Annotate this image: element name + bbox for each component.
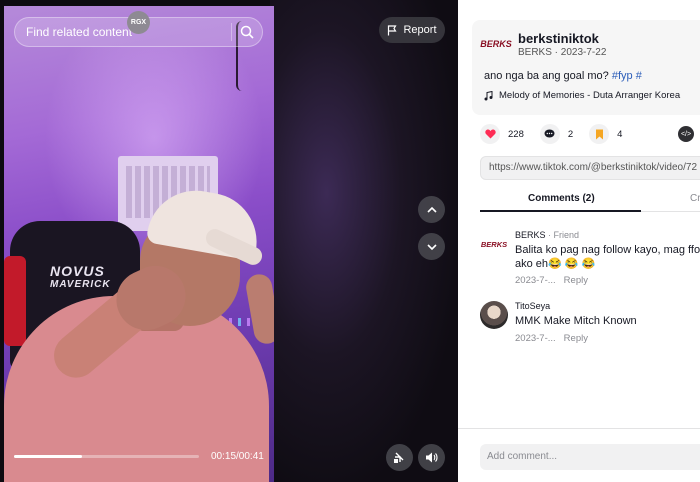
tabs: Comments (2) Cr	[480, 188, 700, 212]
reply-button[interactable]: Reply	[564, 275, 588, 286]
comment-text: Balita ko pag nag follow kayo, mag ffo a…	[515, 244, 700, 270]
report-button[interactable]: Report	[379, 17, 445, 43]
comment-count: 2	[567, 128, 574, 140]
report-label: Report	[403, 24, 437, 36]
progress-fill	[14, 455, 83, 458]
like-count: 228	[508, 128, 524, 140]
previous-video-button[interactable]	[418, 196, 445, 223]
app-root: NOVUS MAVERICK Find related content RGX …	[0, 0, 700, 482]
comment-button[interactable]	[539, 124, 560, 144]
commenter-avatar[interactable]: BERKS	[480, 230, 508, 258]
commenter-avatar[interactable]	[480, 301, 508, 329]
author-meta: BERKS · 2023-7-22	[518, 47, 607, 58]
like-button[interactable]	[480, 124, 500, 144]
commenter-name[interactable]: TitoSeya	[515, 301, 550, 311]
comment-meta: 2023-7-... Reply	[515, 333, 588, 344]
floating-player-button[interactable]	[386, 444, 413, 471]
progress-bar[interactable]	[14, 455, 199, 458]
music-link[interactable]: Melody of Memories - Duta Arranger Korea	[484, 90, 680, 101]
chevron-up-icon	[426, 206, 437, 213]
save-button[interactable]	[589, 124, 610, 144]
post-caption: ano nga ba ang goal mo? #fyp #	[484, 70, 642, 82]
save-count: 4	[617, 128, 623, 140]
author-username[interactable]: berkstiniktok	[518, 31, 599, 46]
comment-meta: 2023-7-... Reply	[515, 275, 588, 286]
tab-comments[interactable]: Comments (2)	[528, 193, 595, 204]
chevron-down-icon	[426, 243, 437, 250]
comment-item: BERKS BERKS · Friend Balita ko pag nag f…	[480, 230, 700, 290]
search-button[interactable]	[232, 17, 262, 47]
search-icon	[240, 25, 254, 39]
playback-time: 00:15/00:41	[211, 451, 264, 462]
hashtag-fyp[interactable]: #fyp	[612, 70, 633, 82]
reply-button[interactable]: Reply	[564, 333, 588, 344]
rgx-badge: RGX	[127, 11, 150, 34]
share-url-field[interactable]: https://www.tiktok.com/@berkstiniktok/vi…	[480, 156, 700, 180]
comment-icon	[544, 129, 555, 138]
divider	[458, 428, 700, 429]
author-avatar[interactable]: BERKS	[480, 33, 512, 55]
tab-creator-videos[interactable]: Cr	[690, 193, 700, 204]
post-card: BERKS berkstiniktok BERKS · 2023-7-22 an…	[472, 20, 700, 115]
commenter-name[interactable]: BERKS · Friend	[515, 230, 579, 240]
add-comment-input[interactable]: Add comment...	[480, 444, 700, 470]
video-player[interactable]: NOVUS MAVERICK Find related content RGX …	[0, 0, 458, 482]
next-video-button[interactable]	[418, 233, 445, 260]
hashtag[interactable]: #	[636, 70, 642, 82]
action-bar: 228 2 4	[480, 124, 638, 144]
search-input[interactable]: Find related content	[15, 25, 231, 39]
video-frame[interactable]: NOVUS MAVERICK	[4, 6, 274, 482]
music-note-icon	[484, 90, 493, 100]
heart-icon	[484, 129, 496, 139]
code-icon: </>	[680, 130, 692, 138]
details-panel: BERKS berkstiniktok BERKS · 2023-7-22 an…	[458, 0, 700, 482]
comment-item: TitoSeya MMK Make Mitch Known 2023-7-...…	[480, 301, 700, 346]
bookmark-icon	[595, 129, 603, 139]
volume-icon	[426, 452, 438, 463]
volume-button[interactable]	[418, 444, 445, 471]
float-icon	[394, 452, 404, 463]
active-tab-indicator	[480, 210, 641, 212]
flag-icon	[388, 24, 398, 35]
embed-code-button[interactable]: </>	[678, 126, 694, 142]
comment-text: MMK Make Mitch Known	[515, 315, 637, 327]
